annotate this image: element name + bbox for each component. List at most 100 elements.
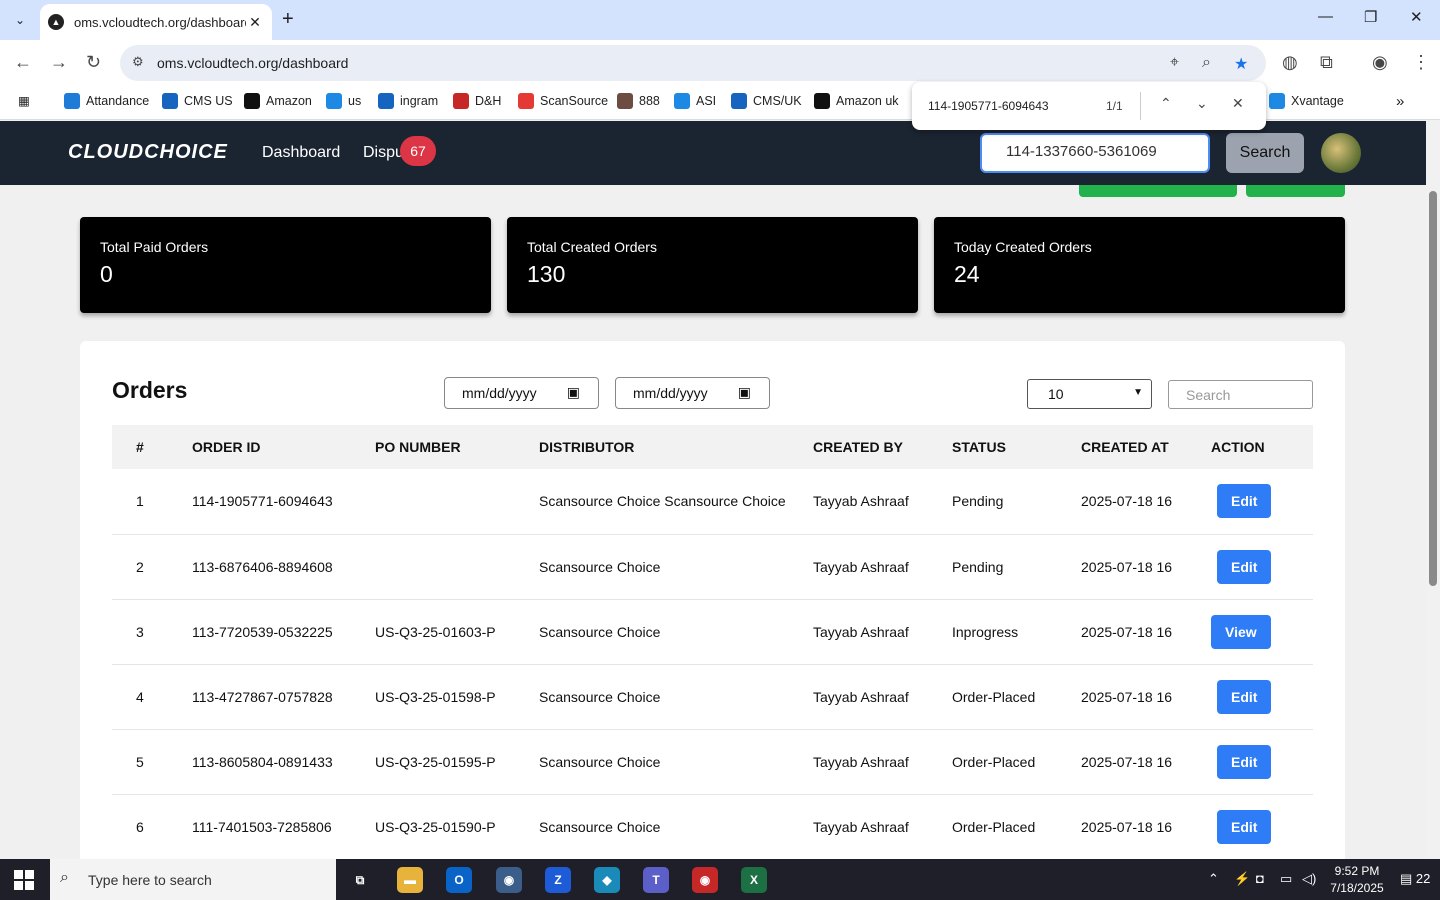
tab-search-icon[interactable]: ⌄	[8, 8, 32, 32]
forward-icon[interactable]: →	[50, 52, 68, 73]
profile-icon[interactable]: ◉	[1372, 52, 1388, 73]
tray-chevron-icon[interactable]: ⌃	[1208, 871, 1219, 887]
cell-order-id: 113-6876406-8894608	[182, 534, 365, 600]
translate-icon[interactable]: ◍	[1282, 52, 1298, 73]
avatar[interactable]	[1321, 133, 1361, 173]
reload-icon[interactable]: ↻	[86, 52, 101, 73]
cell-status: Order-Placed	[942, 729, 1071, 795]
date-placeholder: mm/dd/yyyy	[462, 385, 537, 401]
cell-distributor: Scansource Choice	[529, 599, 803, 665]
bookmark-item[interactable]: us	[326, 93, 361, 109]
start-date-input[interactable]: mm/dd/yyyy ▣	[444, 377, 599, 409]
cell-n: 6	[112, 794, 182, 859]
back-icon[interactable]: ←	[14, 52, 32, 73]
tray-app-icon[interactable]: ⚡	[1234, 871, 1250, 887]
find-next-icon[interactable]: ⌄	[1196, 95, 1208, 112]
bookmark-item[interactable]: ScanSource	[518, 93, 608, 109]
bookmark-item[interactable]: Amazon	[244, 93, 312, 109]
taskbar-clock[interactable]: 9:52 PM 7/18/2025	[1322, 863, 1392, 897]
excel-icon[interactable]: X	[741, 867, 767, 893]
cell-distributor: Scansource Choice	[529, 534, 803, 600]
edit-button[interactable]: Edit	[1217, 679, 1272, 714]
bookmark-item[interactable]: Amazon uk	[814, 93, 899, 109]
file-explorer-icon[interactable]: ▬	[397, 867, 423, 893]
close-tab-icon[interactable]: ✕	[246, 14, 264, 31]
find-divider	[1140, 92, 1141, 120]
url-text[interactable]: oms.vcloudtech.org/dashboard	[157, 55, 348, 71]
cell-po: US-Q3-25-01603-P	[365, 599, 529, 665]
stat-value: 0	[100, 261, 113, 287]
task-view-icon[interactable]: ⧉	[347, 867, 373, 893]
volume-icon[interactable]: ◁)	[1302, 871, 1316, 887]
cell-created-at: 2025-07-18 16	[1071, 599, 1201, 665]
more-bookmarks-icon[interactable]: »	[1396, 93, 1404, 110]
bookmark-label: CMS/UK	[753, 94, 802, 108]
order-search-input[interactable]: 114-1337660-5361069	[980, 133, 1210, 173]
maximize-icon[interactable]: ❐	[1364, 8, 1377, 26]
tray-security-icon[interactable]: ◘	[1256, 871, 1264, 886]
nav-dashboard[interactable]: Dashboard	[262, 144, 340, 162]
cell-n: 1	[112, 469, 182, 535]
cell-po: US-Q3-25-01598-P	[365, 664, 529, 730]
bookmark-item[interactable]: ingram	[378, 93, 438, 109]
outlook-icon[interactable]: O	[446, 867, 472, 893]
cell-order-id: 113-7720539-0532225	[182, 599, 365, 665]
location-icon[interactable]: ⌖	[1170, 54, 1179, 72]
web-page: CLOUDCHOICE Dashboard Dispu 67 114-13376…	[0, 121, 1426, 859]
site-info-icon[interactable]: ⚙	[132, 54, 144, 70]
find-icon[interactable]: ⌕	[1202, 54, 1211, 72]
apps-icon[interactable]: ▦	[18, 93, 30, 108]
page-scrollbar[interactable]	[1426, 121, 1440, 859]
bookmark-label: ASI	[696, 94, 717, 108]
bookmark-item[interactable]: CMS US	[162, 93, 233, 109]
notifications-icon[interactable]: ▤ 22	[1400, 871, 1430, 887]
teams-icon[interactable]: T	[643, 867, 669, 893]
bookmark-item[interactable]: CMS/UK	[731, 93, 802, 109]
edit-button[interactable]: Edit	[1217, 549, 1272, 584]
find-previous-icon[interactable]: ⌃	[1160, 95, 1172, 112]
app-diamond-icon[interactable]: ◆	[594, 867, 620, 893]
site-logo[interactable]: CLOUDCHOICE	[68, 141, 228, 164]
chrome-profile-icon[interactable]: ◉	[692, 867, 718, 893]
bookmark-item[interactable]: Xvantage	[1269, 93, 1344, 109]
windows-start-icon[interactable]	[14, 870, 34, 890]
search-button[interactable]: Search	[1226, 133, 1304, 173]
address-bar[interactable]: ⚙ oms.vcloudtech.org/dashboard ⌖ ⌕ ★	[120, 45, 1266, 81]
bookmark-label: ingram	[400, 94, 439, 108]
calendar-icon[interactable]: ▣	[567, 384, 580, 401]
minimize-icon[interactable]: —	[1318, 8, 1333, 25]
new-tab-icon[interactable]: +	[282, 8, 294, 31]
extensions-icon[interactable]: ⧉	[1320, 52, 1333, 73]
nav-disputes[interactable]: Dispu	[363, 144, 404, 162]
zoho-icon[interactable]: Z	[545, 867, 571, 893]
stat-label: Total Paid Orders	[100, 239, 209, 255]
end-date-input[interactable]: mm/dd/yyyy ▣	[615, 377, 770, 409]
edit-button[interactable]: Edit	[1217, 484, 1272, 519]
bookmark-item[interactable]: ASI	[674, 93, 716, 109]
edit-button[interactable]: Edit	[1217, 744, 1272, 779]
stat-value: 130	[527, 261, 566, 287]
chrome-icon[interactable]: ◉	[496, 867, 522, 893]
bookmark-star-icon[interactable]: ★	[1234, 54, 1248, 74]
bookmark-item[interactable]: D&H	[453, 93, 501, 109]
view-button[interactable]: View	[1211, 614, 1271, 649]
menu-icon[interactable]: ⋮	[1412, 52, 1430, 73]
scrollbar-thumb[interactable]	[1429, 191, 1437, 586]
page-size-value: 10	[1048, 386, 1064, 402]
bookmark-item[interactable]: Attandance	[64, 93, 149, 109]
cell-distributor: Scansource Choice	[529, 664, 803, 730]
network-icon[interactable]: ▭	[1280, 871, 1292, 887]
page-size-select[interactable]: 10 ▼	[1027, 379, 1152, 409]
find-input[interactable]: 114-1905771-6094643	[928, 99, 1049, 113]
table-search-input[interactable]: Search	[1168, 380, 1313, 409]
cell-status: Pending	[942, 534, 1071, 600]
column-header: ACTION	[1211, 439, 1265, 455]
browser-tab[interactable]: ▲ oms.vcloudtech.org/dashboard ✕	[40, 4, 272, 40]
close-window-icon[interactable]: ✕	[1410, 8, 1423, 26]
calendar-icon[interactable]: ▣	[738, 384, 751, 401]
cell-status: Inprogress	[942, 599, 1071, 665]
find-close-icon[interactable]: ✕	[1232, 95, 1244, 112]
bookmark-item[interactable]: 888	[617, 93, 660, 109]
edit-button[interactable]: Edit	[1217, 809, 1272, 844]
taskbar-search[interactable]: ⌕ Type here to search	[50, 859, 336, 900]
